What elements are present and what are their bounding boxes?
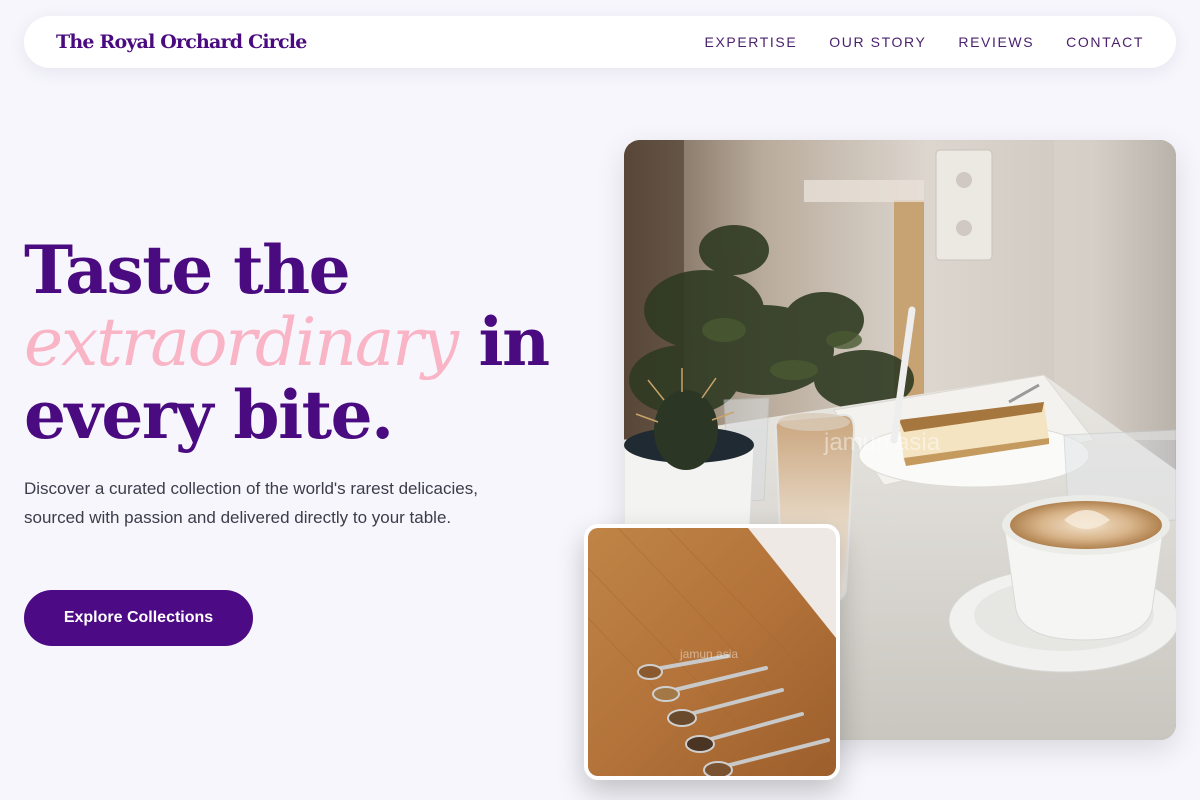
- navbar: The Royal Orchard Circle EXPERTISE OUR S…: [24, 16, 1176, 68]
- main-image-watermark: jamun.asia: [823, 429, 941, 456]
- page: The Royal Orchard Circle EXPERTISE OUR S…: [0, 0, 1200, 800]
- hero-description: Discover a curated collection of the wor…: [24, 479, 478, 527]
- hero-title-line-2: in: [457, 303, 551, 381]
- hero-title-accent: extraordinary: [24, 304, 459, 381]
- hero-inset-image: jamun.asia: [584, 524, 840, 780]
- spice-spoons-photo: jamun.asia: [588, 528, 836, 776]
- nav-link-our-story[interactable]: OUR STORY: [829, 34, 926, 50]
- nav-link-expertise[interactable]: EXPERTISE: [705, 34, 798, 50]
- inset-image-watermark: jamun.asia: [679, 647, 738, 661]
- explore-collections-button[interactable]: Explore Collections: [24, 590, 253, 646]
- hero-title-line-3: every bite.: [24, 376, 394, 454]
- nav-menu: EXPERTISE OUR STORY REVIEWS CONTACT: [705, 34, 1144, 50]
- hero-title: Taste the extraordinary in every bite.: [24, 231, 551, 454]
- nav-link-contact[interactable]: CONTACT: [1066, 34, 1144, 50]
- hero-title-line-1: Taste the: [24, 231, 351, 309]
- nav-link-reviews[interactable]: REVIEWS: [958, 34, 1034, 50]
- brand-logo[interactable]: The Royal Orchard Circle: [56, 31, 307, 53]
